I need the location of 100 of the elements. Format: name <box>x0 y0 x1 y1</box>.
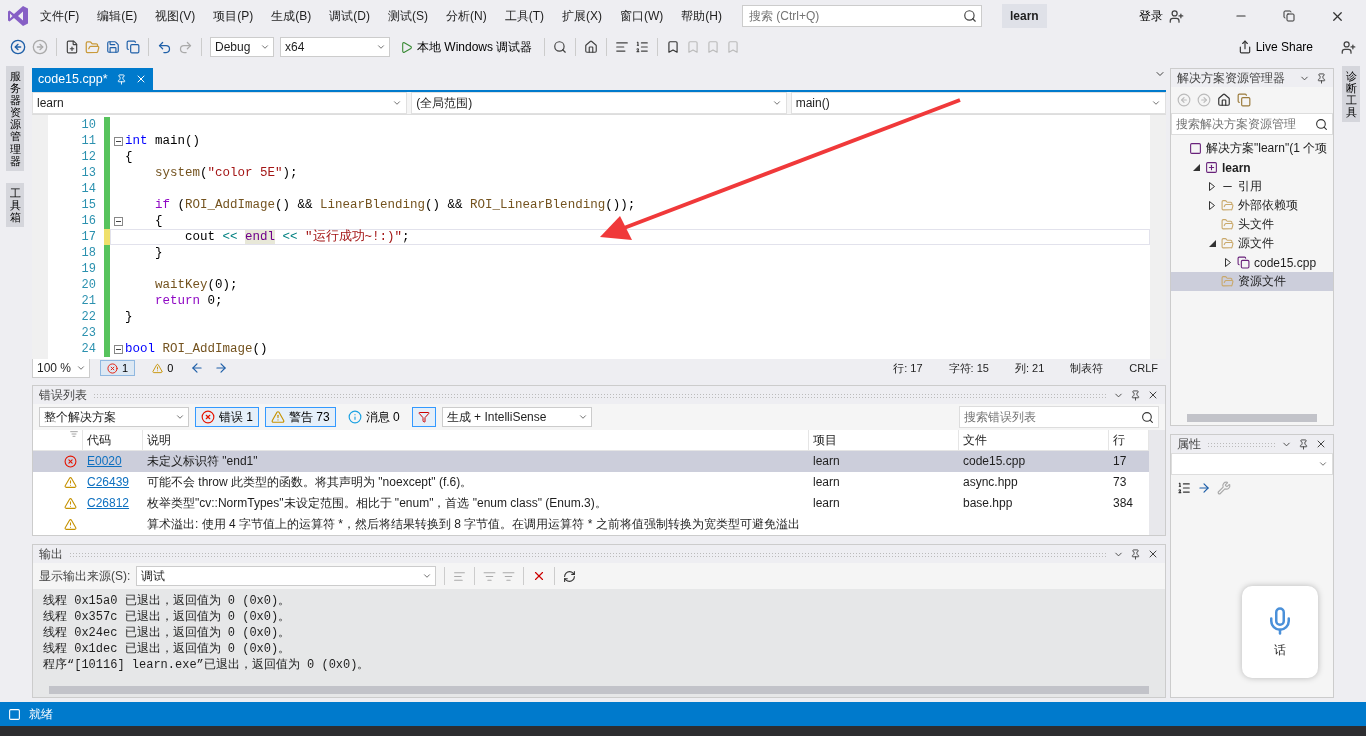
error-count[interactable]: 1 <box>100 360 136 376</box>
filter-toggle[interactable]: 警告 73 <box>265 407 336 427</box>
undo-icon[interactable] <box>157 39 172 55</box>
side-tab[interactable]: 服务器资源管理器 <box>6 66 24 171</box>
filter-icon <box>417 411 430 423</box>
navigation-dropdown[interactable]: learn <box>32 92 408 114</box>
pin-icon[interactable] <box>115 73 127 85</box>
document-tab[interactable]: code15.cpp* <box>32 68 153 90</box>
scrollbar-track[interactable] <box>1149 430 1165 535</box>
dropdown-icon <box>1318 459 1328 469</box>
voice-widget[interactable]: 话 <box>1242 586 1318 678</box>
pin-icon[interactable] <box>1316 72 1327 84</box>
pin-icon[interactable] <box>1130 389 1141 401</box>
filter-button[interactable] <box>411 407 436 427</box>
search-input[interactable]: 搜索解决方案资源管理 <box>1176 117 1315 131</box>
collapsed-icon[interactable] <box>1209 201 1215 210</box>
scrollbar-thumb[interactable] <box>1187 414 1317 422</box>
scrollbar-thumb[interactable] <box>49 686 1149 694</box>
filter-toggle[interactable]: 消息 0 <box>341 407 406 427</box>
pin-icon[interactable] <box>1130 548 1141 560</box>
collapse-icon[interactable] <box>113 344 123 354</box>
line-number: 16 <box>81 213 97 229</box>
search-field[interactable]: 搜索解决方案资源管理 <box>1171 113 1333 135</box>
error-code-link[interactable]: C26439 <box>87 472 130 493</box>
menu-item[interactable]: 视图(V) <box>147 3 204 29</box>
menu-item[interactable]: 调试(D) <box>321 3 378 29</box>
save-icon[interactable] <box>106 40 120 54</box>
menu-item[interactable]: 分析(N) <box>438 3 495 29</box>
pin-icon[interactable] <box>1298 438 1309 450</box>
menu-item[interactable]: 扩展(X) <box>554 3 610 29</box>
dropdown-icon <box>175 412 185 422</box>
platform-dropdown[interactable]: x64 <box>280 37 390 57</box>
menu-item[interactable]: 帮助(H) <box>673 3 730 29</box>
scope-dropdown[interactable]: 整个解决方案 <box>39 407 189 427</box>
table-cell: learn <box>809 451 959 472</box>
collapse-icon[interactable] <box>113 136 123 146</box>
error-description[interactable]: 可能不会 throw 此类型的函数。将其声明为 "noexcept" (f.6)。 <box>143 472 809 493</box>
close-icon[interactable] <box>1315 438 1327 450</box>
search-icon[interactable] <box>963 9 977 23</box>
folder-icon <box>1221 275 1234 288</box>
error-description[interactable]: 算术溢出: 使用 4 字节值上的运算符 *，然后将结果转换到 8 字节值。在调用运算符 * 之前将值强制转换为宽类型可避免溢出 <box>143 514 809 535</box>
menu-item[interactable]: 生成(B) <box>263 3 320 29</box>
expanded-icon[interactable] <box>1192 164 1200 171</box>
home-icon[interactable] <box>1217 93 1231 107</box>
live-share-button[interactable]: Live Share <box>1233 38 1317 56</box>
collapsed-icon[interactable] <box>1225 258 1231 267</box>
row-highlight[interactable] <box>33 451 83 472</box>
status-text: 字符: 15 <box>947 360 990 376</box>
back-icon[interactable] <box>10 39 26 55</box>
expanded-icon[interactable] <box>1208 240 1216 247</box>
warning-count[interactable]: 0 <box>145 360 181 376</box>
find-icon[interactable] <box>553 40 568 54</box>
menu-item[interactable]: 文件(F) <box>32 3 88 29</box>
tree-item[interactable]: 头文件 <box>1171 215 1333 234</box>
bookmark-icon[interactable] <box>666 40 681 54</box>
user-add-icon[interactable] <box>1169 8 1184 24</box>
navigation-dropdown[interactable]: (全局范围) <box>411 92 787 114</box>
menu-item[interactable]: 窗口(W) <box>612 3 672 29</box>
source-dropdown[interactable]: 生成 + IntelliSense <box>441 407 592 427</box>
panel-title: 输出 <box>39 545 63 563</box>
new-file-icon[interactable] <box>65 40 79 54</box>
search-field[interactable]: 搜索 (Ctrl+Q) <box>742 5 982 27</box>
side-tab[interactable]: 诊断工具 <box>1342 66 1360 123</box>
tree-item[interactable]: 源文件 <box>1171 234 1333 253</box>
home-icon[interactable] <box>584 40 599 54</box>
collapsed-icon[interactable] <box>1209 182 1215 191</box>
line-number: 19 <box>81 261 97 277</box>
line-number: 14 <box>81 181 97 197</box>
panel-title: 错误列表 <box>39 386 87 404</box>
next-icon[interactable] <box>214 361 229 375</box>
error-code-link[interactable]: C26812 <box>87 493 130 514</box>
menu-item[interactable]: 编辑(E) <box>89 3 146 29</box>
error-description[interactable]: 未定义标识符 "end1" <box>143 451 809 472</box>
tree-item[interactable]: 外部依赖项 <box>1171 196 1333 215</box>
close-icon[interactable] <box>1147 548 1159 560</box>
collapse-icon[interactable] <box>113 216 123 226</box>
tree-item[interactable]: code15.cpp <box>1171 253 1333 272</box>
tree-item[interactable]: 引用 <box>1171 177 1333 196</box>
menu-item[interactable]: 测试(S) <box>380 3 436 29</box>
menu-item[interactable]: 工具(T) <box>496 3 552 29</box>
menu-item[interactable]: 项目(P) <box>205 3 262 29</box>
filter-toggle[interactable]: 错误 1 <box>195 407 259 427</box>
close-icon[interactable] <box>1147 389 1159 401</box>
dropdown-icon <box>422 571 433 581</box>
tree-item[interactable]: 资源文件 <box>1171 272 1333 291</box>
zoom-dropdown[interactable]: 100 % <box>32 358 90 378</box>
search-field[interactable]: 搜索错误列表 <box>959 406 1159 428</box>
tree-item[interactable]: 解决方案"learn"(1 个项 <box>1171 139 1333 158</box>
error-description[interactable]: 枚举类型"cv::NormTypes"未设定范围。相比于 "enum"，首选 "enum class" (Enum.3)。 <box>143 493 809 514</box>
run-button[interactable]: 本地 Windows 调试器 <box>396 36 537 58</box>
output-line: 线程 0x15a0 已退出，返回值为 0 (0x0)。 <box>43 593 292 609</box>
configuration-dropdown[interactable]: Debug <box>210 37 274 57</box>
navigation-dropdown[interactable]: main() <box>790 92 1166 114</box>
side-tab[interactable]: 工具箱 <box>6 182 24 228</box>
search-input[interactable]: 搜索错误列表 <box>964 410 1141 424</box>
output-source-dropdown[interactable]: 调试 <box>136 566 437 586</box>
previous-icon[interactable] <box>190 361 205 375</box>
warning-icon <box>64 476 77 489</box>
tree-item[interactable]: learn <box>1171 158 1333 177</box>
sign-in-link[interactable]: 登录 <box>1135 5 1167 27</box>
